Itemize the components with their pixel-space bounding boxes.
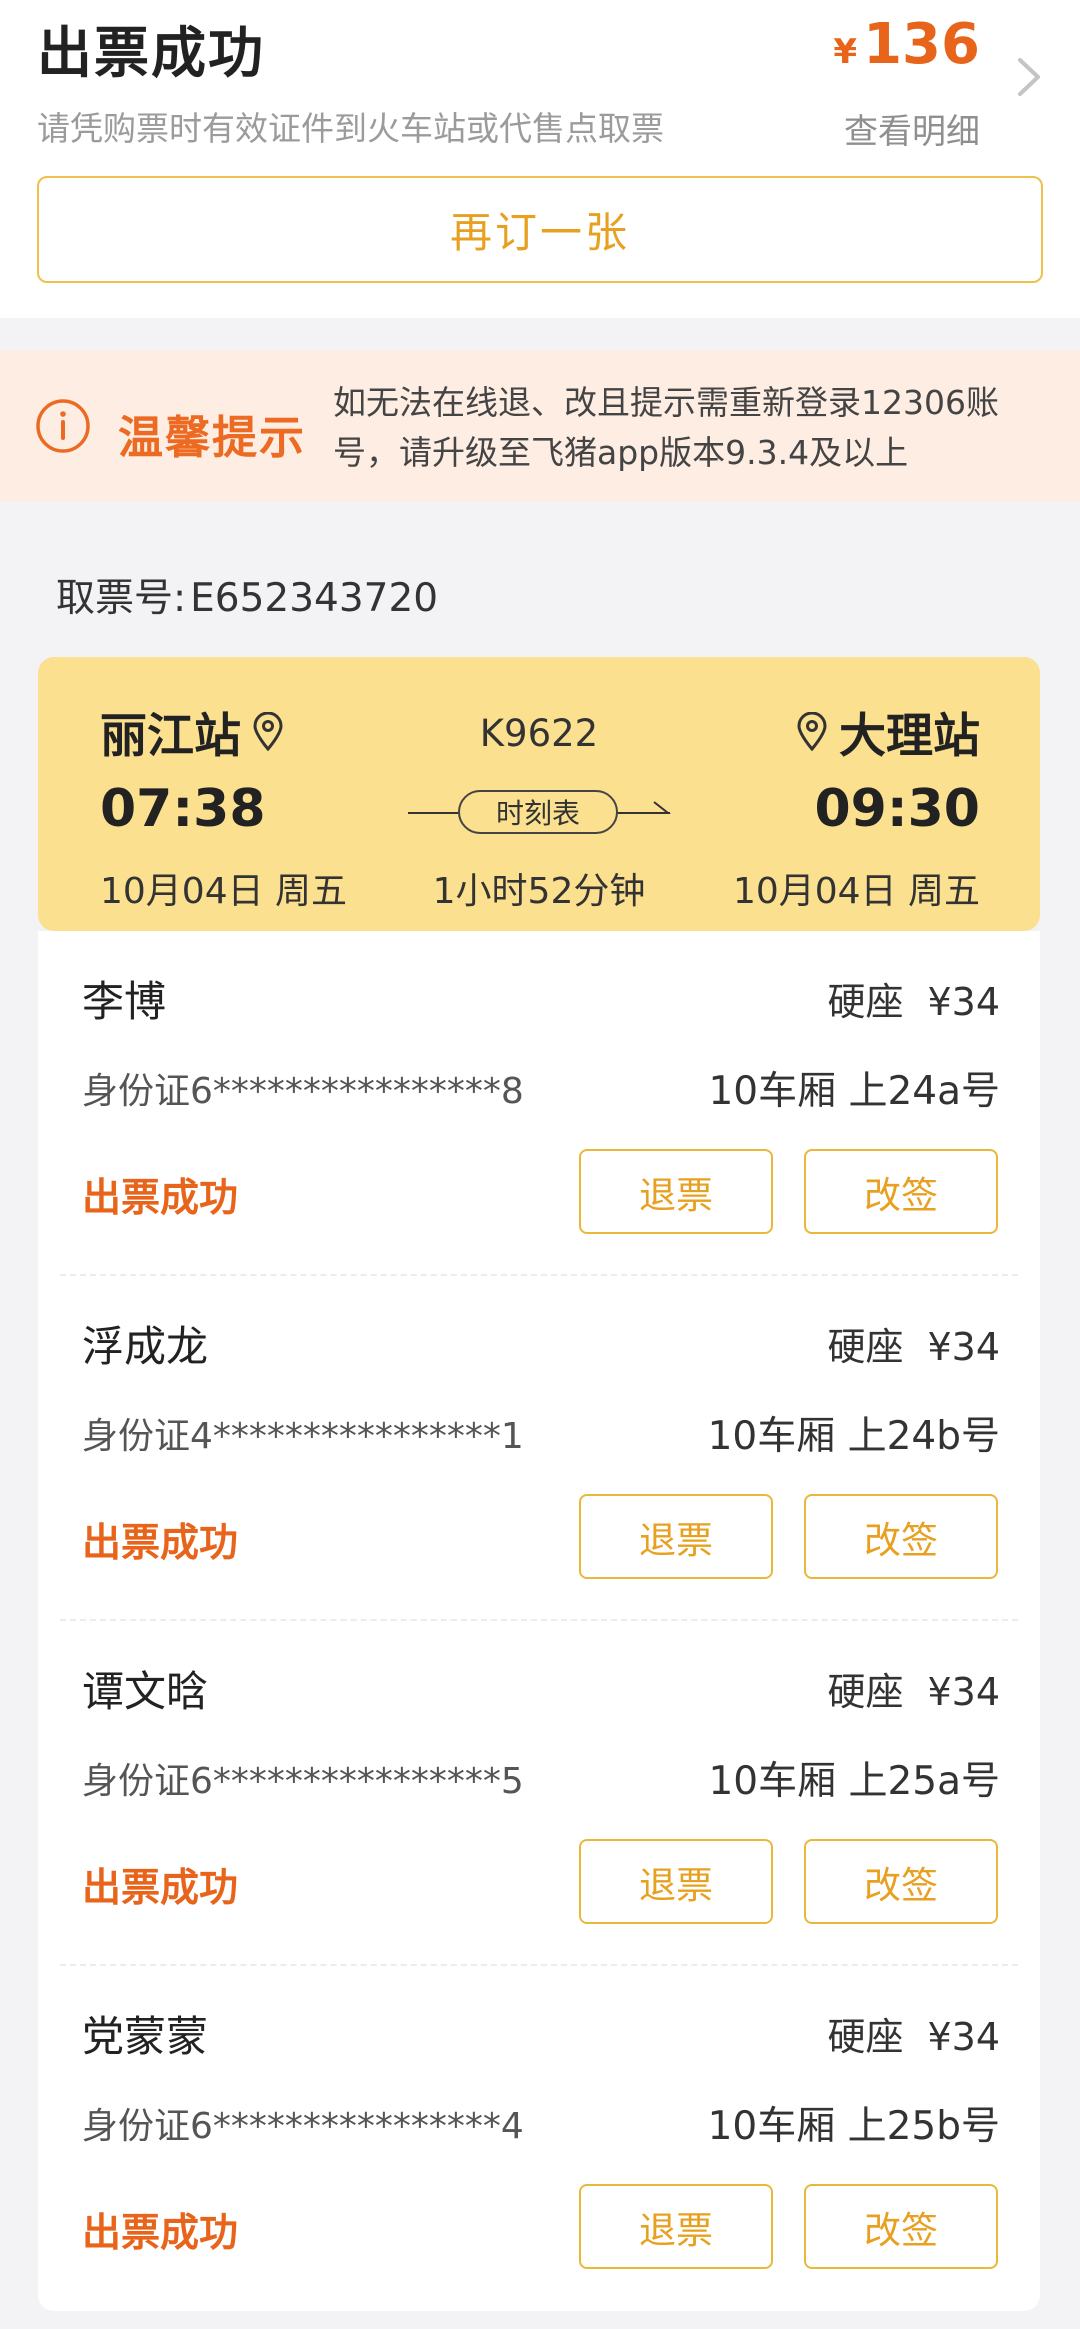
passenger-name: 浮成龙 xyxy=(82,1322,209,1371)
id-number: 身份证6****************4 xyxy=(82,2106,524,2147)
ticket-price: ¥34 xyxy=(927,980,1000,1024)
ticket-status: 出票成功 xyxy=(82,1176,239,1221)
passenger-item: 谭文晗 硬座 ¥34 身份证6****************5 10车厢 上25… xyxy=(38,1621,1040,1966)
timetable-button[interactable]: 时刻表 xyxy=(458,790,618,834)
rebook-button[interactable]: 再订一张 xyxy=(37,176,1043,283)
change-ticket-button[interactable]: 改签 xyxy=(804,1839,998,1924)
passenger-list: 李博 硬座 ¥34 身份证6****************8 10车厢 上24a… xyxy=(38,931,1040,2311)
passenger-item: 浮成龙 硬座 ¥34 身份证4****************1 10车厢 上24… xyxy=(38,1276,1040,1621)
seat-type-price: 硬座 ¥34 xyxy=(827,1316,1000,1371)
refund-button[interactable]: 退票 xyxy=(579,1494,773,1579)
ticket-number-value: E652343720 xyxy=(190,576,439,621)
ticket-status: 出票成功 xyxy=(82,1521,239,1566)
page-title: 出票成功 xyxy=(37,21,266,85)
ticket-price: ¥34 xyxy=(927,1670,1000,1714)
arrival-station: 大理站 xyxy=(795,697,980,766)
ticket-number-label: 取票号: xyxy=(56,576,187,621)
id-number: 身份证6****************5 xyxy=(82,1761,524,1802)
chevron-right-icon[interactable] xyxy=(1014,52,1044,102)
passenger-item: 党蒙蒙 硬座 ¥34 身份证6****************4 10车厢 上25… xyxy=(38,1966,1040,2311)
refund-button[interactable]: 退票 xyxy=(579,2184,773,2269)
id-number: 身份证4****************1 xyxy=(82,1416,524,1457)
passenger-name: 李博 xyxy=(82,977,167,1026)
coach-seat: 10车厢 上24b号 xyxy=(707,1414,1000,1459)
total-price-amount: 136 xyxy=(863,12,980,77)
seat-type: 硬座 xyxy=(827,1325,904,1369)
pickup-instructions: 请凭购票时有效证件到火车站或代售点取票 xyxy=(37,109,664,148)
schedule-connector: 时刻表 xyxy=(408,784,671,840)
passenger-name: 谭文晗 xyxy=(82,1667,209,1716)
ticket-price: ¥34 xyxy=(927,2015,1000,2059)
ticket-status: 出票成功 xyxy=(82,2211,239,2256)
change-ticket-button[interactable]: 改签 xyxy=(804,2184,998,2269)
seat-type: 硬座 xyxy=(827,980,904,1024)
seat-type: 硬座 xyxy=(827,1670,904,1714)
ticket-pickup-number: 取票号: E652343720 xyxy=(56,567,438,623)
passenger-name: 党蒙蒙 xyxy=(82,2012,209,2061)
notice-text: 如无法在线退、改且提示需重新登录12306账号，请升级至飞猪app版本9.3.4… xyxy=(333,383,999,472)
refund-button[interactable]: 退票 xyxy=(579,1839,773,1924)
arrow-right-icon xyxy=(652,801,671,814)
seat-type-price: 硬座 ¥34 xyxy=(827,971,1000,1026)
change-ticket-button[interactable]: 改签 xyxy=(804,1494,998,1579)
seat-type-price: 硬座 ¥34 xyxy=(827,2006,1000,2061)
change-ticket-button[interactable]: 改签 xyxy=(804,1149,998,1234)
arrival-date: 10月04日 周五 xyxy=(732,871,980,912)
total-price[interactable]: ¥ 136 xyxy=(833,12,980,77)
arrival-time: 09:30 xyxy=(814,779,980,839)
seat-type: 硬座 xyxy=(827,2015,904,2059)
refund-button[interactable]: 退票 xyxy=(579,1149,773,1234)
coach-seat: 10车厢 上24a号 xyxy=(708,1069,1000,1114)
arrival-station-name: 大理站 xyxy=(839,709,980,764)
view-details-link[interactable]: 查看明细 xyxy=(844,104,980,153)
departure-time: 07:38 xyxy=(100,779,266,839)
info-circle-icon xyxy=(36,399,90,453)
passenger-item: 李博 硬座 ¥34 身份证6****************8 10车厢 上24a… xyxy=(38,931,1040,1276)
order-status-header: 出票成功 请凭购票时有效证件到火车站或代售点取票 ¥ 136 查看明细 再订一张 xyxy=(0,0,1080,318)
seat-type-price: 硬座 ¥34 xyxy=(827,1661,1000,1716)
location-pin-icon xyxy=(797,711,827,751)
coach-seat: 10车厢 上25a号 xyxy=(708,1759,1000,1804)
id-number: 身份证6****************8 xyxy=(82,1071,524,1112)
ticket-price: ¥34 xyxy=(927,1325,1000,1369)
train-info-card: 丽江站 K9622 大理站 07:38 时刻表 09:30 10月04日 周五 … xyxy=(38,657,1040,931)
ticket-status: 出票成功 xyxy=(82,1866,239,1911)
currency-symbol: ¥ xyxy=(833,32,858,72)
coach-seat: 10车厢 上25b号 xyxy=(707,2104,1000,2149)
notice-title: 温馨提示 xyxy=(118,411,307,464)
